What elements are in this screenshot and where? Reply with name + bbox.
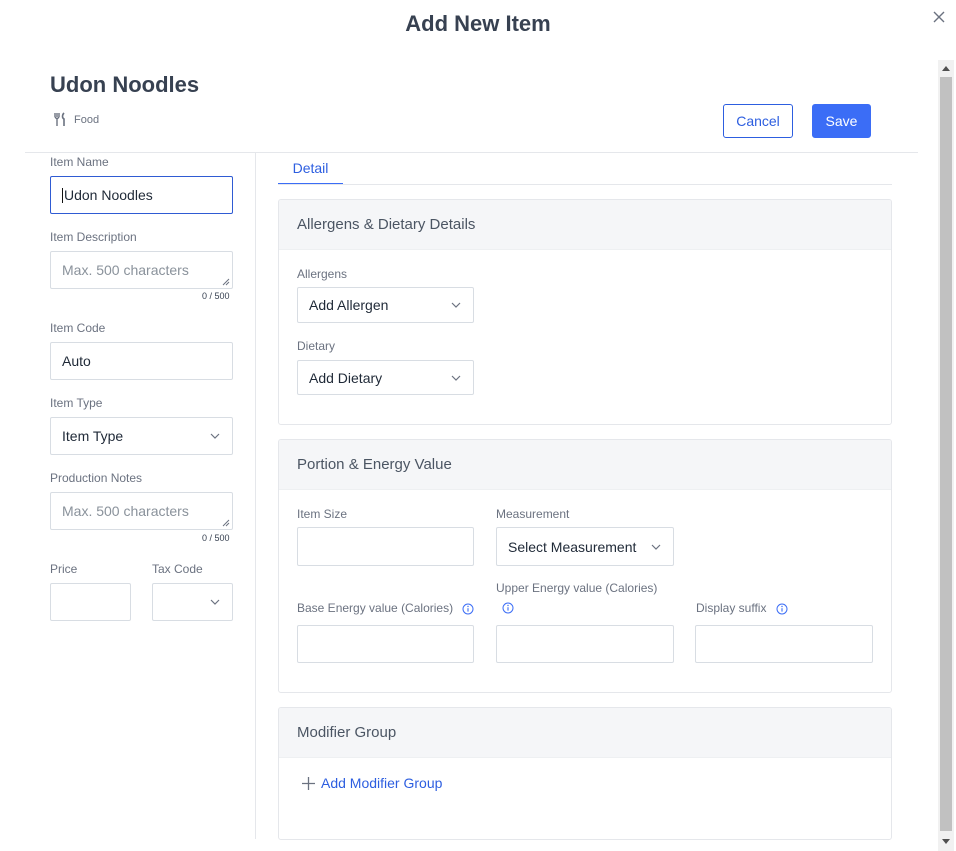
tax-code-select[interactable] <box>152 583 233 621</box>
info-circle-icon[interactable] <box>776 603 788 615</box>
item-category: Food <box>53 112 99 127</box>
item-description-input[interactable]: Max. 500 characters <box>50 251 233 289</box>
close-icon <box>933 11 945 23</box>
chevron-down-icon <box>651 544 661 550</box>
base-energy-input[interactable] <box>297 625 474 663</box>
allergens-dietary-title: Allergens & Dietary Details <box>279 200 891 250</box>
display-suffix-input[interactable] <box>695 625 873 663</box>
base-energy-label: Base Energy value (Calories) <box>297 601 474 615</box>
column-divider <box>255 153 256 839</box>
tax-code-label: Tax Code <box>152 562 203 576</box>
item-type-select[interactable]: Item Type <box>50 417 233 455</box>
modifier-group-card: Modifier Group <box>278 707 892 840</box>
measurement-label: Measurement <box>496 507 570 521</box>
plus-icon <box>302 776 315 790</box>
measurement-select[interactable]: Select Measurement <box>496 527 674 566</box>
price-input[interactable] <box>50 583 131 621</box>
item-type-label: Item Type <box>50 396 103 410</box>
modal-title: Add New Item <box>405 11 551 36</box>
production-notes-input[interactable]: Max. 500 characters <box>50 492 233 530</box>
triangle-down-icon <box>942 838 950 844</box>
price-label: Price <box>50 562 78 576</box>
item-code-label: Item Code <box>50 321 106 335</box>
item-category-label: Food <box>74 113 100 126</box>
fork-knife-icon <box>54 112 65 126</box>
modifier-group-title: Modifier Group <box>279 708 891 758</box>
tab-detail[interactable]: Detail <box>278 153 343 185</box>
save-button[interactable]: Save <box>812 104 871 138</box>
resize-handle-icon[interactable] <box>222 278 230 286</box>
info-circle-icon[interactable] <box>462 603 474 615</box>
resize-handle-icon[interactable] <box>222 519 230 527</box>
info-circle-icon[interactable] <box>502 602 514 614</box>
display-suffix-label: Display suffix <box>696 601 788 615</box>
scroll-up-button[interactable] <box>938 60 954 76</box>
item-size-input[interactable] <box>297 527 474 566</box>
dietary-select[interactable]: Add Dietary <box>297 360 474 395</box>
tab-underline <box>278 184 892 185</box>
dietary-label: Dietary <box>297 339 336 353</box>
allergens-label: Allergens <box>297 267 348 281</box>
chevron-down-icon <box>210 433 220 439</box>
scroll-down-button[interactable] <box>938 833 954 849</box>
upper-energy-label: Upper Energy value (Calories) <box>496 581 658 595</box>
portion-energy-title: Portion & Energy Value <box>279 440 891 490</box>
item-name-input[interactable]: Udon Noodles <box>50 176 233 214</box>
chevron-down-icon <box>451 375 461 381</box>
item-title: Udon Noodles <box>50 72 200 97</box>
item-description-label: Item Description <box>50 230 137 244</box>
close-button[interactable] <box>928 6 950 28</box>
production-notes-counter: 0 / 500 <box>202 533 230 543</box>
scrollbar-thumb[interactable] <box>940 77 952 831</box>
add-modifier-group-button[interactable]: Add Modifier Group <box>301 775 442 791</box>
header-divider <box>25 152 918 153</box>
upper-energy-input[interactable] <box>496 625 674 663</box>
chevron-down-icon <box>451 302 461 308</box>
item-code-input[interactable]: Auto <box>50 342 233 380</box>
cancel-button[interactable]: Cancel <box>723 104 793 138</box>
item-description-counter: 0 / 500 <box>202 291 230 301</box>
production-notes-label: Production Notes <box>50 471 143 485</box>
chevron-down-icon <box>210 599 220 605</box>
item-name-label: Item Name <box>50 155 109 169</box>
item-size-label: Item Size <box>297 507 348 521</box>
triangle-up-icon <box>942 65 950 71</box>
allergens-select[interactable]: Add Allergen <box>297 287 474 323</box>
